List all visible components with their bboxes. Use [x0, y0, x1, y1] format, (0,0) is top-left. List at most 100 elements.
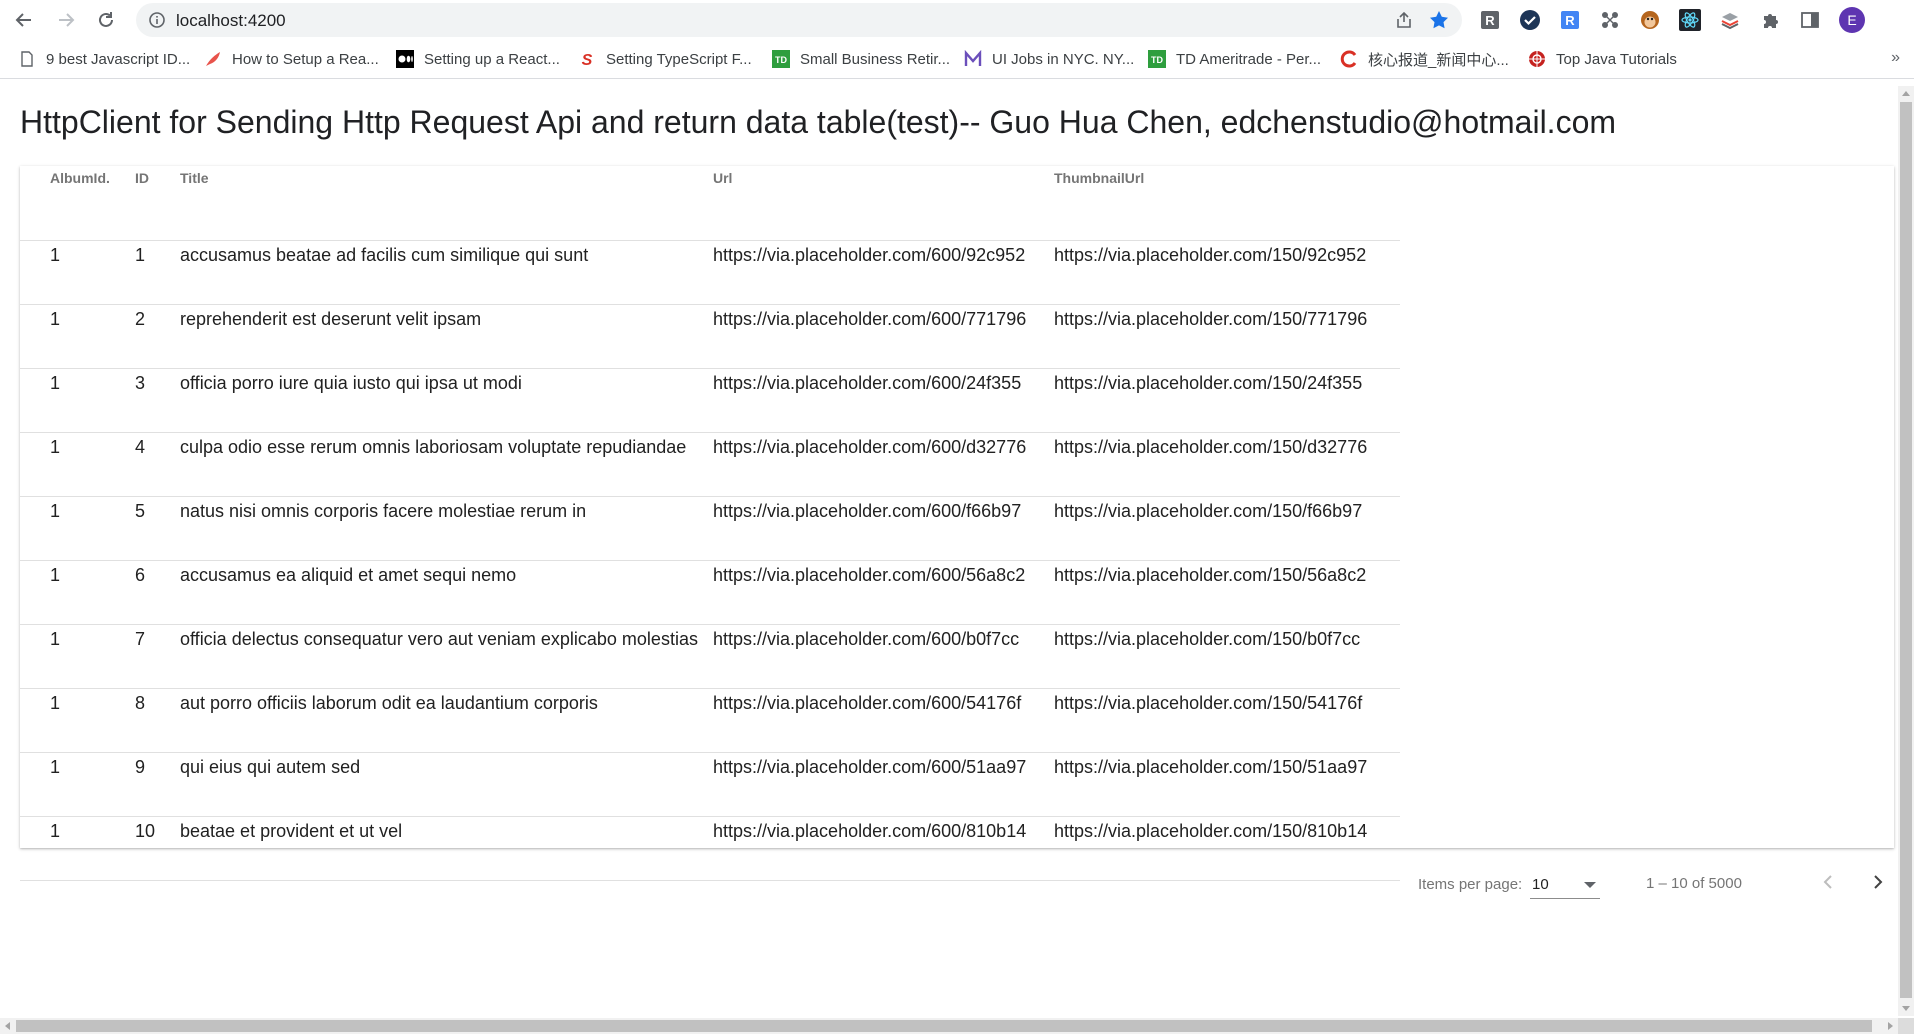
bookmark-item[interactable]: TD Small Business Retir...	[772, 49, 950, 69]
table-row: 1 4 culpa odio esse rerum omnis laborios…	[20, 432, 1400, 497]
share-icon[interactable]	[1394, 10, 1414, 30]
cell-thumbnailurl: https://via.placeholder.com/150/92c952	[1054, 240, 1400, 305]
bookmark-item[interactable]: 9 best Javascript ID...	[18, 49, 190, 69]
extension-r-blue-button[interactable]: R	[1558, 8, 1582, 32]
cell-albumid: 1	[20, 496, 135, 561]
table-row: 1 2 reprehenderit est deserunt velit ips…	[20, 304, 1400, 369]
extension-r-button[interactable]: R	[1478, 8, 1502, 32]
r-blue-icon: R	[1561, 11, 1579, 29]
bookmark-item[interactable]: How to Setup a Rea...	[204, 49, 379, 69]
bookmark-label: TD Ameritrade - Per...	[1176, 50, 1322, 68]
table-row: 1 7 officia delectus consequatur vero au…	[20, 624, 1400, 689]
svg-text:S: S	[582, 52, 593, 68]
dropdown-arrow-icon	[1584, 882, 1596, 888]
extension-stack-button[interactable]	[1718, 8, 1742, 32]
previous-page-button[interactable]	[1810, 864, 1846, 900]
extension-network-button[interactable]	[1598, 8, 1622, 32]
extension-react-button[interactable]	[1678, 8, 1702, 32]
td-icon: TD	[1148, 50, 1166, 68]
r-icon: R	[1481, 11, 1499, 29]
cell-id: 3	[135, 368, 180, 433]
cell-title: natus nisi omnis corporis facere molesti…	[180, 496, 713, 561]
document-icon	[18, 50, 36, 68]
bookmark-item[interactable]: Top Java Tutorials	[1528, 49, 1677, 69]
bookmark-item[interactable]: S Setting TypeScript F...	[578, 49, 752, 69]
bookmark-item[interactable]: TD TD Ameritrade - Per...	[1148, 49, 1321, 69]
star-icon[interactable]	[1428, 9, 1450, 31]
cell-albumid: 1	[20, 560, 135, 625]
cell-thumbnailurl: https://via.placeholder.com/150/b0f7cc	[1054, 624, 1400, 689]
scroll-left-arrow-icon[interactable]	[5, 1022, 10, 1030]
c-icon	[1340, 50, 1358, 68]
bookmark-label: Top Java Tutorials	[1556, 50, 1677, 68]
td-icon: TD	[772, 50, 790, 68]
chevron-right-icon	[1874, 875, 1883, 889]
globe-icon	[1528, 50, 1546, 68]
s-icon: S	[578, 50, 596, 68]
vertical-scroll-thumb[interactable]	[1900, 102, 1912, 998]
back-button[interactable]	[10, 6, 38, 34]
horizontal-scroll-thumb[interactable]	[16, 1020, 1872, 1032]
monkey-icon	[1641, 11, 1659, 29]
cell-id: 2	[135, 304, 180, 369]
cell-albumid: 1	[20, 304, 135, 369]
extension-monkey-button[interactable]	[1638, 8, 1662, 32]
cell-thumbnailurl: https://via.placeholder.com/150/24f355	[1054, 368, 1400, 433]
cell-title: accusamus ea aliquid et amet sequi nemo	[180, 560, 713, 625]
svg-text:TD: TD	[1151, 55, 1163, 65]
cell-title: officia porro iure quia iusto qui ipsa u…	[180, 368, 713, 433]
column-header-title: Title	[180, 166, 713, 241]
bookmark-label: Small Business Retir...	[800, 50, 951, 68]
bookmark-item[interactable]: 核心报道_新闻中心...	[1340, 49, 1509, 69]
info-icon[interactable]	[148, 11, 166, 29]
bookmark-item[interactable]: Setting up a React...	[396, 49, 560, 69]
cell-url: https://via.placeholder.com/600/56a8c2	[713, 560, 1054, 625]
cell-title: aut porro officiis laborum odit ea lauda…	[180, 688, 713, 753]
scroll-up-arrow-icon[interactable]	[1902, 91, 1910, 96]
url-text[interactable]: localhost:4200	[176, 11, 286, 31]
cell-albumid: 1	[20, 624, 135, 689]
side-panel-button[interactable]	[1798, 8, 1822, 32]
table-row: 1 8 aut porro officiis laborum odit ea l…	[20, 688, 1400, 753]
cell-title: officia delectus consequatur vero aut ve…	[180, 624, 713, 689]
react-icon	[1679, 9, 1701, 31]
cell-url: https://via.placeholder.com/600/51aa97	[713, 752, 1054, 817]
network-icon	[1602, 12, 1618, 28]
profile-avatar[interactable]: E	[1838, 6, 1866, 34]
cell-url: https://via.placeholder.com/600/24f355	[713, 368, 1054, 433]
column-header-thumbnailurl: ThumbnailUrl	[1054, 166, 1400, 241]
chevron-left-icon	[1823, 875, 1832, 889]
feather-icon	[204, 50, 222, 68]
horizontal-scrollbar[interactable]	[0, 1018, 1898, 1034]
cell-albumid: 1	[20, 752, 135, 817]
bookmark-item[interactable]: UI Jobs in NYC. NY...	[964, 49, 1134, 69]
table-row: 1 3 officia porro iure quia iusto qui ip…	[20, 368, 1400, 433]
bookmark-label: Setting up a React...	[424, 50, 560, 68]
page-size-select[interactable]: 10	[1530, 868, 1600, 899]
extensions-button[interactable]	[1758, 8, 1782, 32]
vertical-scrollbar[interactable]	[1898, 86, 1914, 1016]
extension-check-button[interactable]	[1518, 8, 1542, 32]
address-bar[interactable]: localhost:4200	[136, 3, 1462, 37]
scroll-right-arrow-icon[interactable]	[1888, 1022, 1893, 1030]
cell-id: 7	[135, 624, 180, 689]
cell-id: 4	[135, 432, 180, 497]
column-header-albumid: AlbumId.	[20, 166, 135, 241]
next-page-button[interactable]	[1860, 864, 1896, 900]
puzzle-icon	[1764, 14, 1778, 28]
bookmarks-overflow-button[interactable]: »	[1891, 49, 1900, 67]
cell-title: accusamus beatae ad facilis cum similiqu…	[180, 240, 713, 305]
cell-id: 8	[135, 688, 180, 753]
avatar-initial: E	[1847, 12, 1857, 28]
arrow-left-icon	[15, 13, 31, 27]
forward-button[interactable]	[52, 6, 80, 34]
check-circle-icon	[1520, 10, 1540, 30]
medium-icon	[396, 50, 414, 68]
cell-url: https://via.placeholder.com/600/54176f	[713, 688, 1054, 753]
reload-button[interactable]	[92, 6, 120, 34]
scroll-down-arrow-icon[interactable]	[1902, 1006, 1910, 1011]
arrow-right-icon	[59, 13, 75, 27]
svg-text:R: R	[1565, 13, 1575, 28]
table-row: 1 9 qui eius qui autem sed https://via.p…	[20, 752, 1400, 817]
cell-title: qui eius qui autem sed	[180, 752, 713, 817]
